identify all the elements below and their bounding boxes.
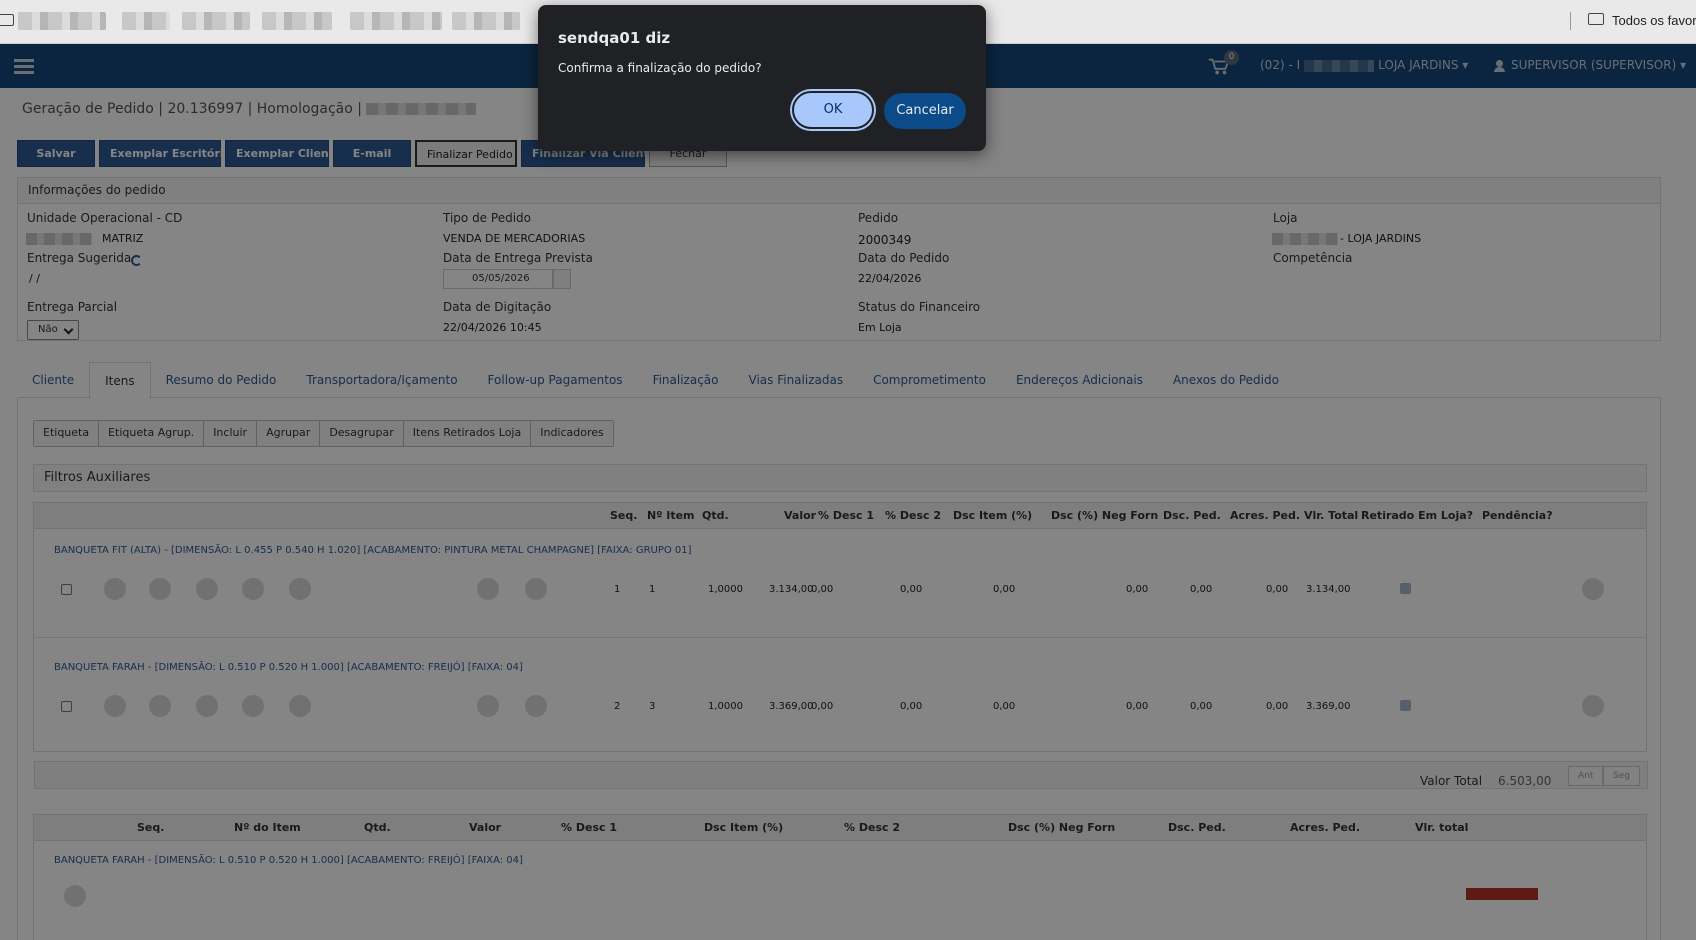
ok-button[interactable]: OK [792, 91, 874, 129]
all-favorites-link[interactable]: Todos os favoritos [1612, 13, 1696, 28]
confirm-dialog: sendqa01 diz Confirma a finalização do p… [538, 5, 986, 151]
bookmark-item[interactable] [350, 12, 442, 30]
folder-icon[interactable] [0, 14, 14, 26]
bookmark-item[interactable] [262, 12, 332, 30]
bookmark-item[interactable] [18, 12, 106, 30]
dialog-message: Confirma a finalização do pedido? [558, 61, 762, 75]
cancel-button[interactable]: Cancelar [884, 93, 966, 129]
folder-icon[interactable] [1588, 13, 1604, 25]
dialog-title: sendqa01 diz [558, 29, 671, 47]
modal-overlay [0, 44, 1696, 940]
bookmark-item[interactable] [122, 12, 170, 30]
bookmark-item[interactable] [182, 12, 250, 30]
bookmark-item[interactable] [452, 12, 520, 30]
bookmarks-separator [1570, 12, 1571, 30]
